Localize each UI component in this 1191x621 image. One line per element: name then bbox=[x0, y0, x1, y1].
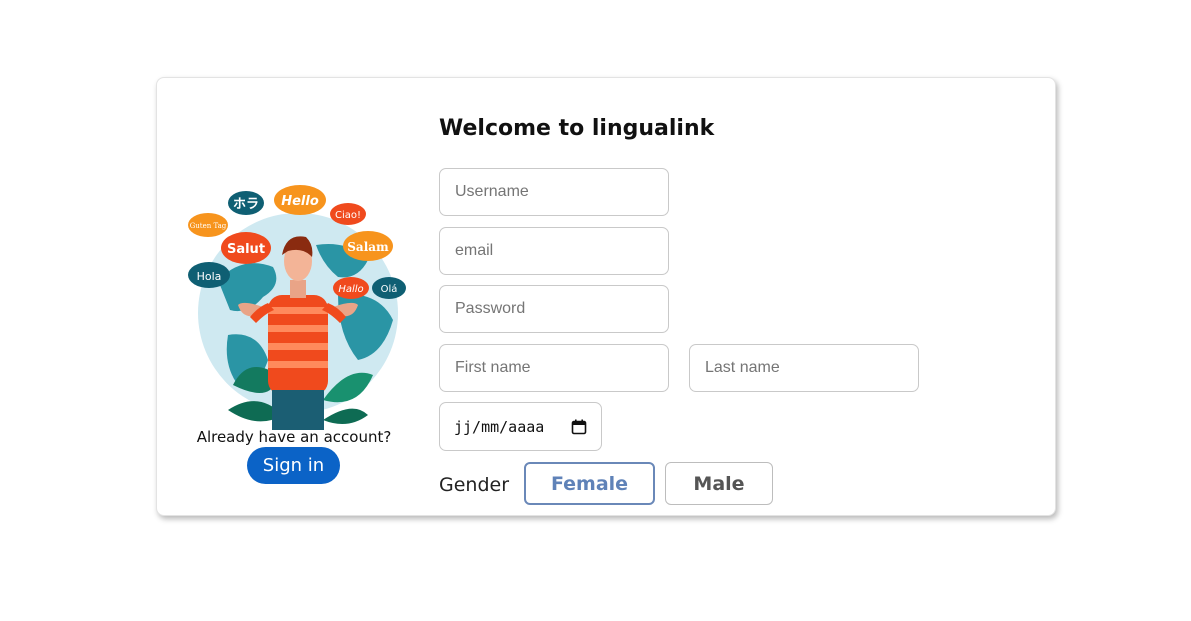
page-title: Welcome to lingualink bbox=[439, 116, 715, 141]
first-name-input[interactable] bbox=[439, 344, 669, 392]
bubble-ola: Olá bbox=[372, 277, 406, 299]
svg-text:Hallo: Hallo bbox=[338, 284, 363, 295]
svg-text:ホラ: ホラ bbox=[233, 197, 259, 212]
date-format-text: jj/mm/aaaa bbox=[454, 417, 545, 436]
bubble-hallo: Hallo bbox=[333, 277, 369, 299]
bubble-hola: Hola bbox=[188, 262, 230, 288]
bubble-hora: ホラ bbox=[228, 191, 264, 215]
bubble-guten-tag: Guten Tag bbox=[188, 213, 228, 237]
already-have-account-text: Already have an account? bbox=[196, 428, 392, 446]
gender-female-button[interactable]: Female bbox=[524, 462, 655, 505]
gender-label: Gender bbox=[439, 474, 510, 496]
bubble-ciao: Ciao! bbox=[330, 203, 366, 225]
svg-text:Guten Tag: Guten Tag bbox=[190, 222, 227, 230]
birthdate-input[interactable]: jj/mm/aaaa bbox=[439, 402, 602, 451]
svg-text:Olá: Olá bbox=[381, 283, 398, 295]
sign-in-button[interactable]: Sign in bbox=[247, 447, 340, 484]
gender-male-button[interactable]: Male bbox=[665, 462, 773, 505]
language-illustration: ホラ Hello Guten Tag Ciao! Salut Salam Hol… bbox=[188, 185, 406, 430]
svg-text:Hola: Hola bbox=[197, 270, 222, 283]
calendar-icon[interactable] bbox=[571, 419, 587, 435]
username-input[interactable] bbox=[439, 168, 669, 216]
bubble-salut: Salut bbox=[221, 232, 271, 264]
bubble-hello: Hello bbox=[274, 185, 326, 215]
svg-text:Hello: Hello bbox=[281, 194, 319, 209]
email-input[interactable] bbox=[439, 227, 669, 275]
svg-text:Salut: Salut bbox=[227, 242, 265, 257]
bubble-salam: Salam bbox=[343, 231, 393, 261]
signup-card: ホラ Hello Guten Tag Ciao! Salut Salam Hol… bbox=[156, 77, 1056, 516]
svg-text:Ciao!: Ciao! bbox=[335, 210, 361, 221]
svg-text:Salam: Salam bbox=[347, 240, 389, 254]
password-input[interactable] bbox=[439, 285, 669, 333]
last-name-input[interactable] bbox=[689, 344, 919, 392]
